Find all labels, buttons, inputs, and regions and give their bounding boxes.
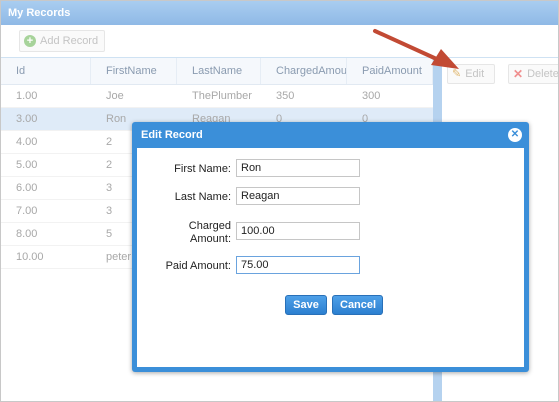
grid-header: Id FirstName LastName ChargedAmount Paid… [1, 58, 433, 85]
cell-id: 1.00 [16, 90, 38, 102]
table-row[interactable]: 1.00 Joe ThePlumber 350 300 [1, 85, 433, 108]
last-name-input[interactable] [236, 187, 360, 205]
cell-id: 3.00 [16, 113, 38, 125]
first-name-label: First Name: [174, 163, 231, 175]
cell-id: 7.00 [16, 205, 38, 217]
toolbar: + Add Record [1, 25, 558, 57]
add-icon: + [24, 35, 36, 47]
cell-chargedamount: 350 [276, 90, 295, 102]
column-header-lastname[interactable]: LastName [177, 58, 261, 84]
charged-amount-input[interactable] [236, 222, 360, 240]
dialog-body: First Name: Last Name: Charged Amount: P… [137, 148, 524, 367]
paid-amount-input[interactable] [236, 256, 360, 274]
column-header-chargedamount[interactable]: ChargedAmount [261, 58, 347, 84]
close-icon[interactable]: ✕ [508, 128, 522, 142]
last-name-label: Last Name: [174, 191, 231, 203]
add-record-button[interactable]: + Add Record [19, 30, 106, 52]
delete-icon: ✕ [513, 67, 524, 81]
cell-id: 6.00 [16, 182, 38, 194]
column-header-paidamount[interactable]: PaidAmount [347, 58, 433, 84]
charged-amount-label-line2: Amount: [190, 233, 231, 245]
pencil-icon: ✎ [452, 68, 462, 80]
charged-amount-label-line1: Charged [188, 220, 231, 232]
dialog-title: Edit Record [141, 129, 203, 141]
save-button[interactable]: Save [285, 295, 327, 315]
edit-label: Edit [465, 68, 485, 80]
edit-record-dialog: Edit Record ✕ First Name: Last Name: Cha… [132, 122, 529, 372]
delete-button[interactable]: ✕ Delete [508, 64, 559, 84]
column-header-id[interactable]: Id [1, 58, 91, 84]
app-window: My Records + Add Record Id FirstName Las… [0, 0, 559, 402]
add-record-label: Add Record [40, 35, 99, 47]
cell-lastname: ThePlumber [192, 90, 252, 102]
column-header-firstname[interactable]: FirstName [91, 58, 177, 84]
cell-id: 8.00 [16, 228, 38, 240]
cell-id: 5.00 [16, 159, 38, 171]
cell-id: 4.00 [16, 136, 38, 148]
paid-amount-label: Paid Amount: [165, 260, 231, 272]
delete-label: Delete [527, 68, 559, 80]
edit-button[interactable]: ✎ Edit [447, 64, 495, 84]
cell-paidamount: 300 [362, 90, 381, 102]
cell-firstname: Joe [106, 90, 124, 102]
cell-id: 10.00 [16, 251, 44, 263]
charged-amount-label: Charged Amount: [137, 220, 231, 246]
first-name-input[interactable] [236, 159, 360, 177]
cancel-button[interactable]: Cancel [332, 295, 383, 315]
window-title: My Records [1, 1, 558, 25]
